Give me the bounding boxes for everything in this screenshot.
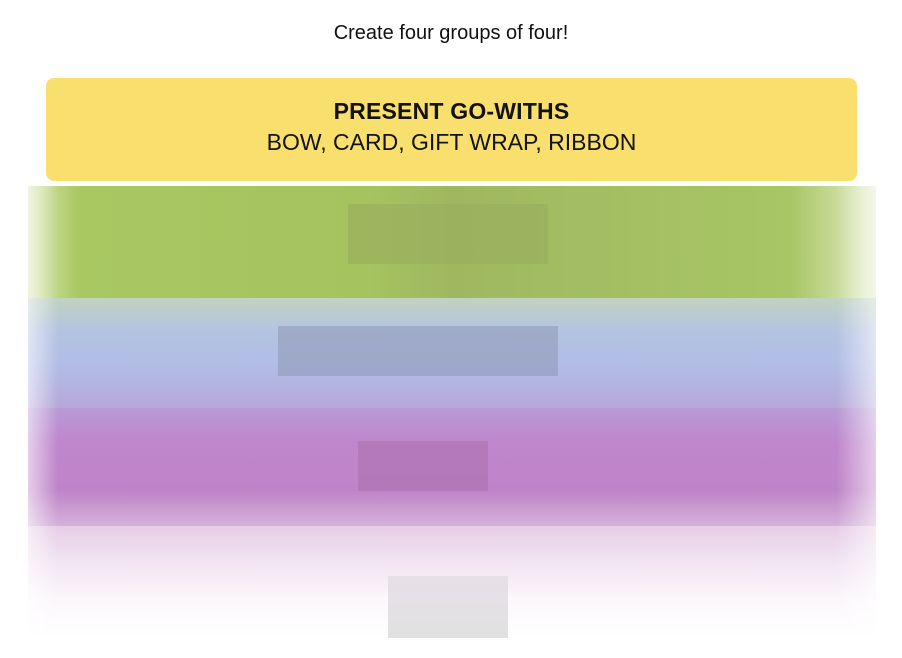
- board-edge-fade-left: [28, 186, 58, 638]
- board-edge-fade-right: [836, 186, 876, 638]
- solved-group-yellow: PRESENT GO-WITHS BOW, CARD, GIFT WRAP, R…: [46, 78, 857, 181]
- blurred-board-button-area: [388, 576, 508, 638]
- solved-group-title: PRESENT GO-WITHS: [333, 98, 570, 124]
- blurred-purple-shade: [358, 441, 488, 491]
- connections-game-page: Create four groups of four! PRESENT GO-W…: [0, 0, 902, 658]
- obscured-game-board: [28, 186, 876, 638]
- solved-group-members: BOW, CARD, GIFT WRAP, RIBBON: [266, 129, 637, 155]
- blurred-green-shade: [348, 204, 548, 264]
- blurred-blue-shade: [278, 326, 558, 376]
- game-instructions: Create four groups of four!: [333, 22, 569, 44]
